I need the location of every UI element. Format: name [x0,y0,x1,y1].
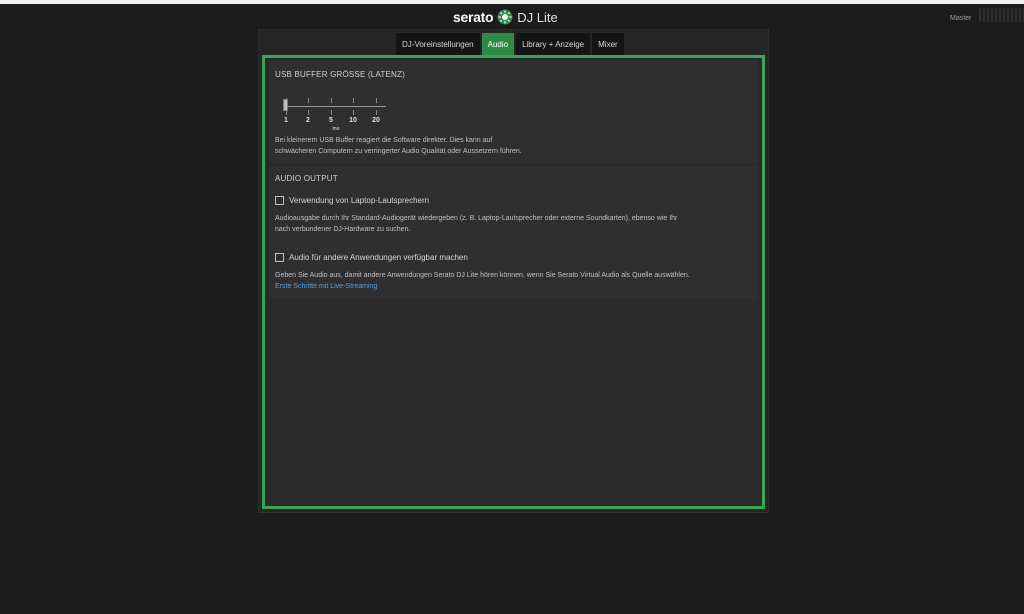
share-audio-label[interactable]: Audio für andere Anwendungen verfügbar m… [289,253,468,262]
tick-label-20: 20 [372,117,380,124]
slider-tick [376,110,377,115]
empty-settings-area [269,302,758,432]
slider-tick [353,110,354,115]
laptop-speakers-description-1: Audioausgabe durch Ihr Standard-Audioger… [275,215,678,222]
slider-tick [308,110,309,115]
share-audio-option[interactable]: Audio für andere Anwendungen verfügbar m… [275,253,468,262]
slider-tick [353,98,354,103]
serato-logo: serato DJ Lite [453,9,558,25]
audio-settings-content: USB BUFFER GRÖSSE (LATENZ) 1 2 5 10 20 m… [262,55,765,509]
tick-label-5: 5 [329,117,333,124]
audio-output-section: AUDIO OUTPUT Verwendung von Laptop-Lauts… [269,166,758,299]
slider-handle[interactable] [283,99,288,111]
usb-buffer-description-2: schwächeren Computern zu verringerter Au… [275,148,522,155]
logo-product-text: DJ Lite [517,9,558,25]
tick-label-10: 10 [349,117,357,124]
app-header: serato DJ Lite Master [0,4,1024,28]
master-label: Master [950,15,972,22]
laptop-speakers-description-2: nach verbundener DJ-Hardware zu suchen. [275,226,411,233]
logo-brand-text: serato [453,9,494,25]
usb-buffer-title: USB BUFFER GRÖSSE (LATENZ) [275,70,405,79]
slider-unit-label: ms [332,126,340,132]
tick-label-1: 1 [284,117,288,124]
tab-dj-voreinstellungen[interactable]: DJ-Voreinstellungen [396,33,480,55]
tick-label-2: 2 [306,117,310,124]
usb-buffer-section: USB BUFFER GRÖSSE (LATENZ) 1 2 5 10 20 m… [269,60,758,163]
slider-tick [331,98,332,103]
tab-mixer[interactable]: Mixer [592,33,624,55]
usb-buffer-slider[interactable]: 1 2 5 10 20 ms [281,95,391,135]
share-audio-checkbox[interactable] [275,253,284,262]
laptop-speakers-checkbox[interactable] [275,196,284,205]
serato-record-icon [497,9,513,25]
laptop-speakers-option[interactable]: Verwendung von Laptop-Lautsprechern [275,196,429,205]
audio-output-title: AUDIO OUTPUT [275,174,338,183]
slider-track [286,106,386,107]
slider-tick [308,98,309,103]
share-audio-description: Geben Sie Audio aus, damit andere Anwend… [275,272,690,279]
laptop-speakers-label[interactable]: Verwendung von Laptop-Lautsprechern [289,196,429,205]
usb-buffer-description-1: Bei kleinerem USB Buffer reagiert die So… [275,137,493,144]
preferences-tabs: DJ-Voreinstellungen Audio Library + Anze… [396,33,624,55]
master-level-meter [979,8,1024,22]
live-streaming-link[interactable]: Erste Schritte mit Live-Streaming [275,281,377,292]
slider-tick [376,98,377,103]
slider-tick [331,110,332,115]
tab-library-anzeige[interactable]: Library + Anzeige [516,33,591,55]
tab-audio[interactable]: Audio [481,33,515,55]
